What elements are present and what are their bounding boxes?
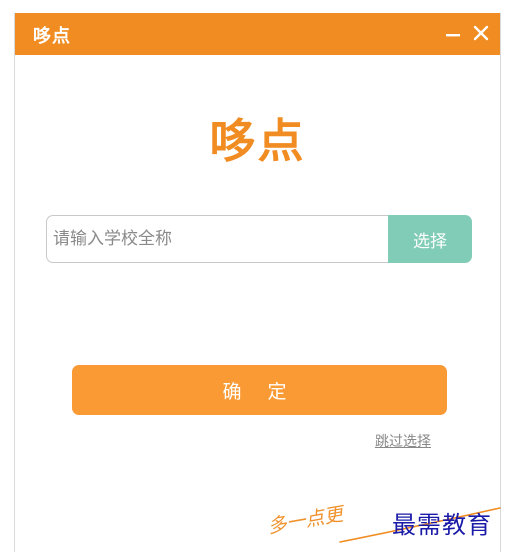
titlebar: 哆点 bbox=[15, 13, 500, 55]
close-button[interactable] bbox=[467, 19, 495, 47]
window-title: 哆点 bbox=[33, 26, 71, 47]
app-logo: 哆点 bbox=[209, 114, 306, 168]
minimize-button[interactable] bbox=[439, 19, 467, 47]
skip-selection-link[interactable]: 跳过选择 bbox=[375, 431, 431, 451]
select-school-button[interactable]: 选择 bbox=[388, 215, 472, 263]
confirm-button[interactable]: 确 定 bbox=[72, 365, 447, 415]
minimize-icon bbox=[446, 34, 460, 37]
app-window: 哆点 哆点 选择 确 定 跳过选择 bbox=[14, 13, 501, 552]
close-icon bbox=[473, 25, 489, 41]
school-name-input[interactable] bbox=[46, 215, 388, 263]
